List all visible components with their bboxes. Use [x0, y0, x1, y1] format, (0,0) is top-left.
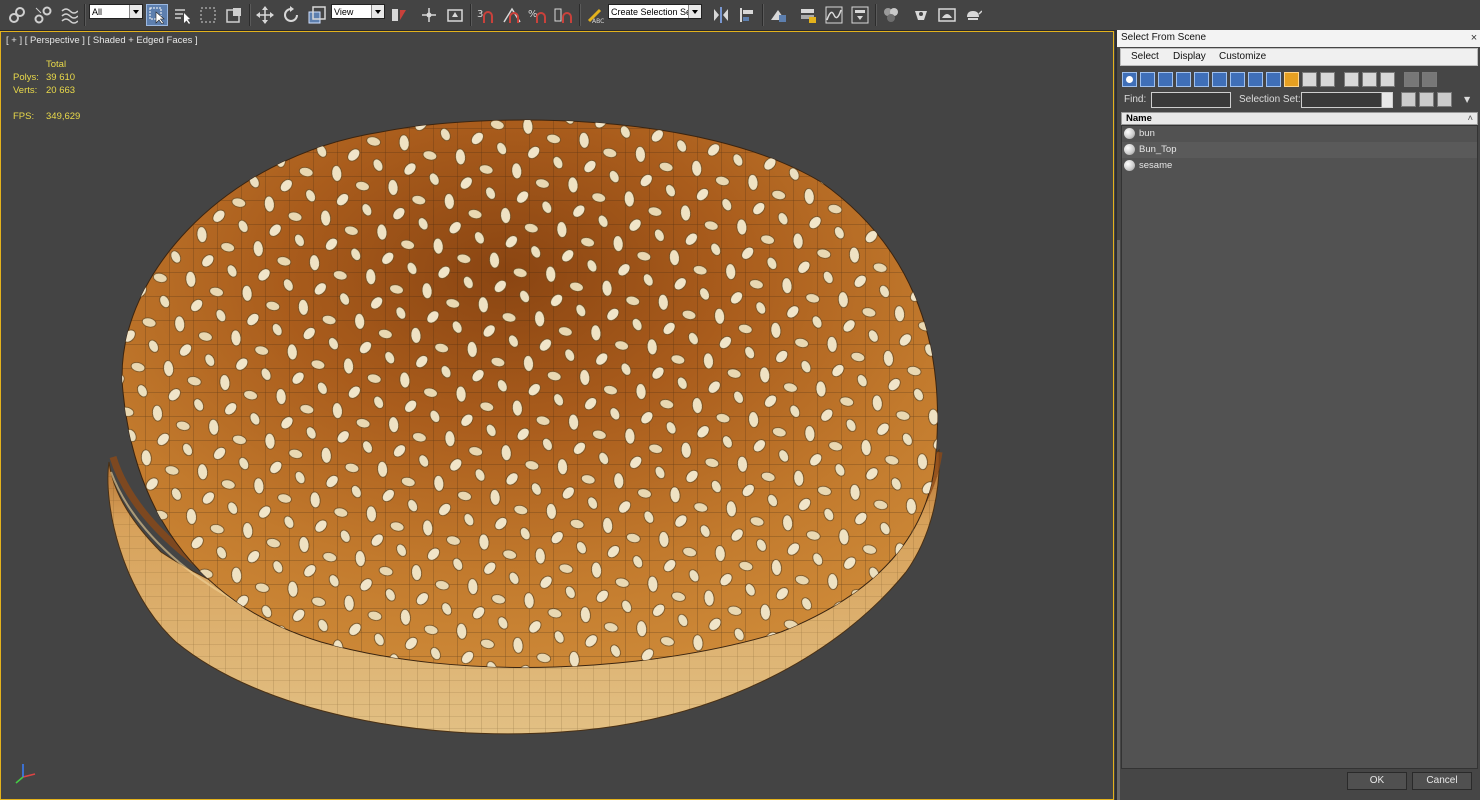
keyboard-shortcut-override-icon[interactable]	[444, 4, 466, 26]
list-item[interactable]: Bun_Top	[1122, 142, 1477, 158]
select-and-manipulate-icon[interactable]	[418, 4, 440, 26]
column-name-label: Name	[1126, 113, 1152, 124]
burger-bun-3d-model[interactable]	[1, 32, 1114, 800]
sort-filter-icon[interactable]	[1422, 72, 1437, 87]
selection-set-label: Selection Set:	[1239, 94, 1301, 105]
selection-filter-value: All	[92, 7, 103, 17]
named-selection-set-value: Create Selection Se	[611, 7, 692, 17]
angle-snap-toggle-icon[interactable]	[501, 4, 523, 26]
display-geometry-icon[interactable]	[1122, 72, 1137, 87]
stats-polys-value: 39 610	[46, 72, 76, 83]
select-invert-icon[interactable]	[1380, 72, 1395, 87]
render-setup-icon[interactable]	[910, 4, 932, 26]
object-name: Bun_Top	[1139, 144, 1177, 155]
display-cameras-icon[interactable]	[1176, 72, 1191, 87]
rectangular-selection-region-icon[interactable]	[197, 4, 219, 26]
selection-filter-dropdown[interactable]: All	[89, 4, 143, 19]
cancel-button[interactable]: Cancel	[1412, 772, 1472, 790]
dialog-title: Select From Scene	[1121, 32, 1207, 43]
toggle-layer-explorer-icon[interactable]	[797, 4, 819, 26]
close-icon[interactable]: ×	[1468, 32, 1480, 44]
spinner-snap-toggle-icon[interactable]	[553, 4, 575, 26]
geometry-sphere-icon	[1124, 128, 1135, 139]
select-by-name-icon[interactable]	[171, 4, 193, 26]
render-production-icon[interactable]	[962, 4, 984, 26]
remove-from-selection-set-icon[interactable]	[1437, 92, 1452, 107]
object-name: sesame	[1139, 160, 1173, 171]
display-hidden-icon[interactable]	[1320, 72, 1335, 87]
use-pivot-point-center-icon[interactable]	[388, 4, 410, 26]
dialog-title-bar[interactable]: Select From Scene ×	[1117, 30, 1480, 47]
named-selection-set-dropdown[interactable]: Create Selection Se	[608, 4, 702, 19]
svg-text:3: 3	[477, 9, 483, 20]
select-object-icon[interactable]	[146, 4, 168, 26]
select-none-icon[interactable]	[1362, 72, 1377, 87]
toggle-scene-explorer-icon[interactable]	[767, 4, 789, 26]
mirror-icon[interactable]	[710, 4, 732, 26]
stats-fps-value: 349,629	[46, 111, 81, 122]
stats-polys-label: Polys:	[13, 72, 39, 83]
geometry-sphere-icon	[1124, 160, 1135, 171]
schematic-view-icon[interactable]	[849, 4, 871, 26]
select-and-link-icon[interactable]	[6, 4, 28, 26]
find-input[interactable]	[1151, 92, 1231, 108]
create-selection-set-icon[interactable]	[1401, 92, 1416, 107]
list-item[interactable]: bun	[1122, 126, 1477, 142]
main-toolbar: All View 3 % ABC Create Selection Se	[0, 0, 1480, 31]
axis-tripod-icon	[15, 764, 36, 784]
dialog-filter-toolbar	[1122, 70, 1478, 90]
stats-verts-label: Verts:	[13, 85, 38, 96]
align-icon[interactable]	[736, 4, 758, 26]
material-editor-icon[interactable]	[880, 4, 902, 26]
find-row: Find: Selection Set: ▼	[1122, 92, 1478, 110]
select-all-icon[interactable]	[1344, 72, 1359, 87]
display-object-xrefs-icon[interactable]	[1248, 72, 1263, 87]
filter-icon[interactable]	[1404, 72, 1419, 87]
display-bones-icon[interactable]	[1266, 72, 1281, 87]
snaps-toggle-icon[interactable]: 3	[475, 4, 497, 26]
stats-total-label: Total	[46, 59, 67, 70]
edit-named-selection-sets-icon[interactable]: ABC	[584, 4, 606, 26]
sort-ascending-icon: ˄	[1467, 113, 1473, 124]
stats-fps-label: FPS:	[13, 111, 35, 122]
select-and-move-icon[interactable]	[254, 4, 276, 26]
menu-customize[interactable]: Customize	[1219, 51, 1266, 62]
reference-coordinate-value: View	[334, 7, 354, 17]
select-from-scene-dialog: Select From Scene × Select Display Custo…	[1115, 30, 1480, 800]
window-crossing-icon[interactable]	[223, 4, 245, 26]
list-header-name[interactable]: Name ˄	[1121, 112, 1478, 125]
chevron-down-icon[interactable]: ▼	[1464, 95, 1470, 104]
display-frozen-icon[interactable]	[1302, 72, 1317, 87]
ok-button[interactable]: OK	[1347, 772, 1407, 790]
svg-text:ABC: ABC	[592, 18, 604, 24]
geometry-sphere-icon	[1124, 144, 1135, 155]
menu-select[interactable]: Select	[1131, 51, 1159, 62]
display-space-warps-icon[interactable]	[1212, 72, 1227, 87]
list-item[interactable]: sesame	[1122, 158, 1477, 174]
reference-coordinate-dropdown[interactable]: View	[331, 4, 385, 19]
scene-object-list[interactable]: bun Bun_Top sesame	[1121, 125, 1478, 769]
display-groups-icon[interactable]	[1230, 72, 1245, 87]
display-helpers-icon[interactable]	[1194, 72, 1209, 87]
display-lights-icon[interactable]	[1158, 72, 1173, 87]
select-and-rotate-icon[interactable]	[280, 4, 302, 26]
dialog-menu-bar: Select Display Customize	[1120, 48, 1478, 66]
find-label: Find:	[1124, 94, 1147, 105]
select-and-scale-icon[interactable]	[306, 4, 328, 26]
dialog-resize-scrollbar[interactable]	[1117, 240, 1120, 800]
object-name: bun	[1139, 128, 1155, 139]
unlink-selection-icon[interactable]	[32, 4, 54, 26]
viewport-label-menu[interactable]: [ + ] [ Perspective ] [ Shaded + Edged F…	[6, 35, 198, 46]
stats-verts-value: 20 663	[46, 85, 76, 96]
perspective-viewport[interactable]: [ + ] [ Perspective ] [ Shaded + Edged F…	[0, 31, 1114, 800]
bind-to-space-warp-icon[interactable]	[58, 4, 80, 26]
selection-set-dropdown[interactable]	[1301, 92, 1393, 108]
curve-editor-icon[interactable]	[823, 4, 845, 26]
add-to-selection-set-icon[interactable]	[1419, 92, 1434, 107]
rendered-frame-window-icon[interactable]	[936, 4, 958, 26]
menu-display[interactable]: Display	[1173, 51, 1206, 62]
display-shapes-icon[interactable]	[1140, 72, 1155, 87]
percent-snap-toggle-icon[interactable]: %	[527, 4, 549, 26]
display-containers-icon[interactable]	[1284, 72, 1299, 87]
